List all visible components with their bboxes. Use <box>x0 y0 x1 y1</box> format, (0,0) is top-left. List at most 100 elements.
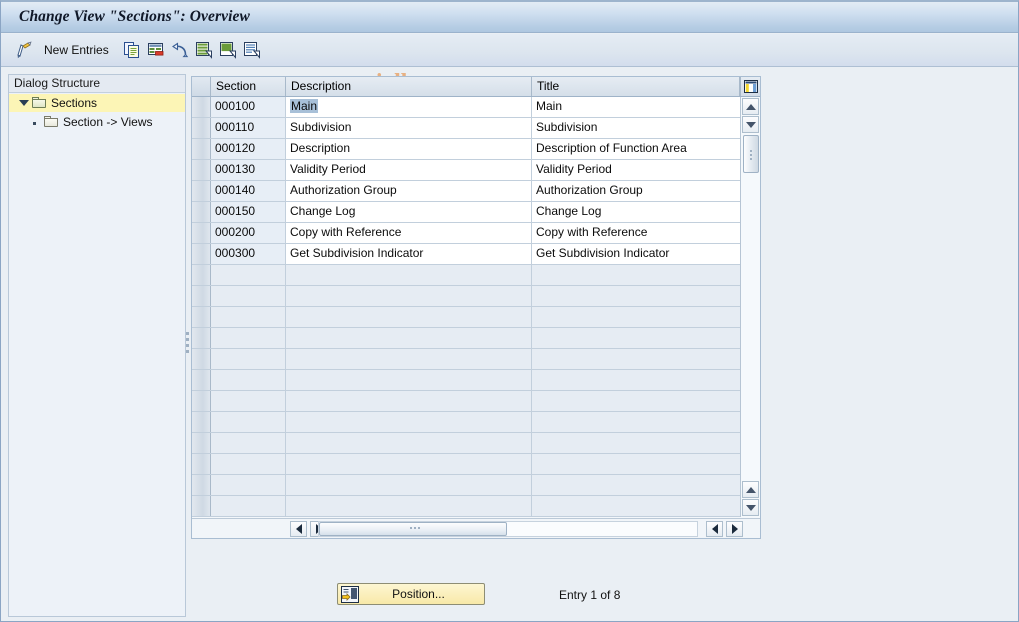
table-row[interactable]: 000100 Main Main <box>192 97 741 118</box>
table-cell-section[interactable] <box>211 433 286 453</box>
table-cell-description[interactable] <box>286 496 532 516</box>
table-cell-section[interactable] <box>211 391 286 411</box>
table-cell-title[interactable]: Get Subdivision Indicator <box>532 244 741 264</box>
table-row[interactable] <box>192 307 741 328</box>
scroll-up-button[interactable] <box>742 98 759 115</box>
delete-button[interactable] <box>147 38 165 62</box>
vertical-scroll-thumb[interactable] <box>743 135 759 173</box>
copy-as-button[interactable] <box>123 38 141 62</box>
table-cell-title[interactable]: Authorization Group <box>532 181 741 201</box>
table-row[interactable] <box>192 286 741 307</box>
table-row[interactable]: 000300 Get Subdivision Indicator Get Subdi… <box>192 244 741 265</box>
table-cell-section[interactable] <box>211 265 286 285</box>
chevron-down-icon[interactable] <box>19 99 29 108</box>
table-cell-section[interactable] <box>211 496 286 516</box>
details-button[interactable] <box>243 38 261 62</box>
table-row[interactable]: 000150 Change Log Change Log <box>192 202 741 223</box>
table-cell-description[interactable]: Main <box>286 97 532 117</box>
table-cell-title[interactable]: Subdivision <box>532 118 741 138</box>
table-cell-title[interactable] <box>532 433 741 453</box>
hscroll-page-left-button[interactable] <box>706 521 723 537</box>
table-cell-title[interactable] <box>532 328 741 348</box>
row-select-cell[interactable] <box>192 307 211 327</box>
sidebar-item-section-views[interactable]: Section -> Views <box>9 113 185 131</box>
table-cell-section[interactable] <box>211 349 286 369</box>
deselect-all-button[interactable] <box>219 38 237 62</box>
row-select-cell[interactable] <box>192 433 211 453</box>
table-row[interactable] <box>192 454 741 475</box>
table-row[interactable] <box>192 412 741 433</box>
scroll-page-down-button[interactable] <box>742 499 759 516</box>
table-vertical-scrollbar[interactable] <box>740 97 760 517</box>
table-cell-description[interactable] <box>286 370 532 390</box>
row-select-cell[interactable] <box>192 391 211 411</box>
table-row[interactable] <box>192 391 741 412</box>
table-cell-description[interactable]: Copy with Reference <box>286 223 532 243</box>
table-cell-section[interactable] <box>211 454 286 474</box>
table-cell-description[interactable] <box>286 265 532 285</box>
table-row[interactable]: 000120 Description Description of Function… <box>192 139 741 160</box>
table-cell-section[interactable]: 000110 <box>211 118 286 138</box>
table-row[interactable] <box>192 328 741 349</box>
table-cell-section[interactable]: 000150 <box>211 202 286 222</box>
row-select-cell[interactable] <box>192 202 211 222</box>
row-select-cell[interactable] <box>192 139 211 159</box>
table-row[interactable] <box>192 496 741 517</box>
table-cell-section[interactable] <box>211 412 286 432</box>
table-cell-description[interactable] <box>286 349 532 369</box>
scroll-down-button[interactable] <box>742 116 759 133</box>
table-cell-section[interactable] <box>211 307 286 327</box>
position-button[interactable]: Position... <box>337 583 485 605</box>
display-change-button[interactable] <box>15 38 35 62</box>
row-select-cell[interactable] <box>192 160 211 180</box>
horizontal-scroll-thumb[interactable] <box>319 522 507 536</box>
undo-button[interactable] <box>171 38 189 62</box>
table-cell-title[interactable] <box>532 265 741 285</box>
table-cell-description[interactable] <box>286 454 532 474</box>
table-row[interactable]: 000140 Authorization Group Authorization G… <box>192 181 741 202</box>
select-all-button[interactable] <box>195 38 213 62</box>
table-cell-title[interactable] <box>532 307 741 327</box>
column-header-title[interactable]: Title <box>532 77 740 96</box>
table-cell-description[interactable]: Change Log <box>286 202 532 222</box>
table-cell-section[interactable]: 000300 <box>211 244 286 264</box>
table-cell-title[interactable] <box>532 286 741 306</box>
row-select-cell[interactable] <box>192 118 211 138</box>
table-row[interactable]: 000110 Subdivision Subdivision <box>192 118 741 139</box>
table-cell-title[interactable] <box>532 412 741 432</box>
table-cell-description[interactable] <box>286 328 532 348</box>
table-cell-section[interactable]: 000100 <box>211 97 286 117</box>
table-cell-description[interactable]: Description <box>286 139 532 159</box>
scroll-page-up-button[interactable] <box>742 481 759 498</box>
table-cell-title[interactable] <box>532 454 741 474</box>
table-cell-description[interactable]: Get Subdivision Indicator <box>286 244 532 264</box>
table-cell-section[interactable]: 000130 <box>211 160 286 180</box>
row-select-cell[interactable] <box>192 412 211 432</box>
row-select-cell[interactable] <box>192 265 211 285</box>
table-cell-description[interactable]: Subdivision <box>286 118 532 138</box>
table-cell-title[interactable] <box>532 370 741 390</box>
sidebar-item-sections[interactable]: Sections <box>9 94 185 112</box>
hscroll-left-button[interactable] <box>290 521 307 537</box>
table-cell-section[interactable] <box>211 475 286 495</box>
hscroll-track[interactable] <box>318 521 698 537</box>
table-row[interactable] <box>192 475 741 496</box>
table-cell-title[interactable]: Change Log <box>532 202 741 222</box>
table-row[interactable] <box>192 370 741 391</box>
table-row[interactable] <box>192 349 741 370</box>
row-select-cell[interactable] <box>192 244 211 264</box>
table-cell-section[interactable]: 000140 <box>211 181 286 201</box>
row-select-cell[interactable] <box>192 97 211 117</box>
table-cell-section[interactable] <box>211 286 286 306</box>
table-cell-title[interactable] <box>532 496 741 516</box>
table-cell-title[interactable]: Main <box>532 97 741 117</box>
table-cell-section[interactable] <box>211 328 286 348</box>
table-row[interactable] <box>192 265 741 286</box>
row-select-cell[interactable] <box>192 223 211 243</box>
table-horizontal-scrollbar[interactable] <box>192 518 760 538</box>
row-select-cell[interactable] <box>192 475 211 495</box>
hscroll-page-right-button[interactable] <box>726 521 743 537</box>
column-header-section[interactable]: Section <box>211 77 286 96</box>
table-cell-description[interactable] <box>286 391 532 411</box>
table-cell-description[interactable] <box>286 433 532 453</box>
